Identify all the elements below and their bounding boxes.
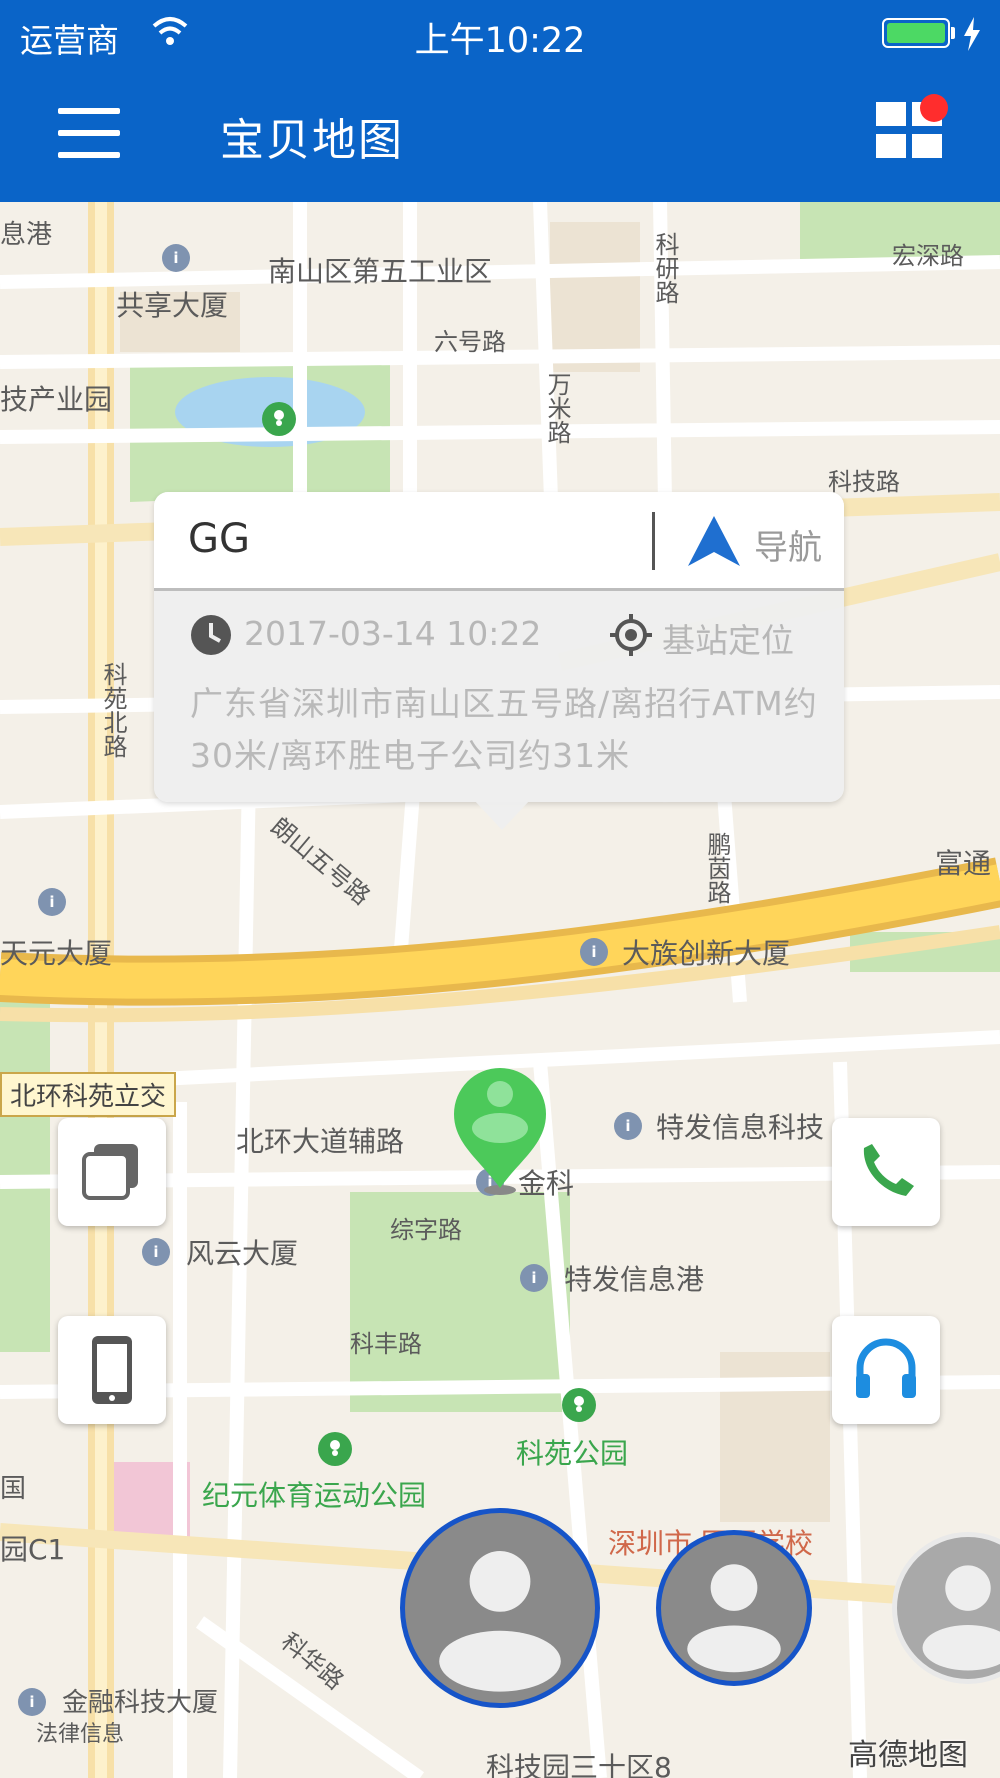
map-label: 大族创新大厦 (622, 937, 791, 970)
map-label: 科技路 (828, 468, 900, 496)
grid-icon[interactable] (876, 94, 948, 174)
map-label: 技产业园 (0, 383, 113, 416)
clock-time: 上午10:22 (414, 21, 586, 61)
poi-icon: i (18, 1688, 46, 1716)
map-label: 科丰路 (350, 1330, 422, 1358)
device-name: GG (188, 516, 250, 562)
avatar[interactable] (892, 1532, 1000, 1684)
avatar[interactable] (400, 1508, 600, 1708)
person-icon (687, 1564, 781, 1673)
device-info-popup: GG 导航 2017-03-14 10:22 基站定位 广东省深圳市南山区五号路… (154, 492, 844, 830)
locate-target-icon (610, 614, 652, 656)
avatar[interactable] (656, 1530, 812, 1686)
map-label: 息港 (0, 220, 53, 250)
status-bar: 运营商 上午10:22 (0, 0, 1000, 68)
navigate-label: 导航 (754, 528, 822, 568)
map-label: 法律信息 (36, 1722, 125, 1747)
map-label: 共享大厦 (116, 289, 229, 322)
poi-icon: i (520, 1264, 548, 1292)
map-label: 北环大道辅路 (236, 1125, 405, 1158)
map-label: 国 (0, 1474, 27, 1504)
headphones-icon (856, 1338, 916, 1398)
charging-icon (964, 17, 980, 51)
map-label: 万米路 (543, 372, 571, 444)
navigation-arrow-icon (688, 516, 740, 566)
map-label: 特发信息科技 (656, 1111, 825, 1144)
phone-icon (863, 1144, 914, 1196)
listen-button[interactable] (832, 1316, 940, 1424)
map-label: 鹏茵路 (703, 832, 731, 904)
person-icon (439, 1551, 561, 1692)
park-icon (318, 1432, 352, 1466)
location-marker-icon[interactable] (450, 1064, 550, 1196)
location-address: 广东省深圳市南山区五号路/离招行ATM约30米/离环胜电子公司约31米 (190, 684, 818, 775)
map-label: 特发信息港 (564, 1263, 705, 1296)
notification-badge (920, 94, 948, 122)
nav-bar: 宝贝地图 (0, 68, 1000, 202)
divider (652, 512, 655, 570)
popup-header: GG 导航 (154, 492, 844, 591)
navigate-button[interactable]: 导航 (674, 510, 844, 572)
page-title: 宝贝地图 (220, 115, 404, 166)
poi-icon: i (580, 938, 608, 966)
poi-icon: i (142, 1238, 170, 1266)
poi-icon: i (38, 888, 66, 916)
map-label: 金融科技大厦 (62, 1688, 219, 1718)
call-button[interactable] (832, 1118, 940, 1226)
map-label: 科技园三十区8 (486, 1751, 672, 1778)
map-label: 北环科苑立交 (0, 1072, 177, 1117)
map-label: 天元大厦 (0, 937, 113, 970)
location-time: 2017-03-14 10:22 (244, 614, 542, 653)
park-icon (562, 1388, 596, 1422)
poi-icon: i (162, 244, 190, 272)
map-label: 科研路 (651, 232, 679, 304)
map-attribution: 高德地图 (848, 1738, 968, 1773)
clock-icon (191, 615, 231, 655)
map-label: 园C1 (0, 1533, 66, 1566)
map-label: 南山区第五工业区 (268, 255, 493, 288)
hamburger-icon[interactable] (58, 108, 122, 164)
map-label: 科苑北路 (99, 662, 127, 758)
map-label: 科苑公园 (516, 1437, 629, 1470)
device-button[interactable] (58, 1316, 166, 1424)
map-label: 六号路 (434, 328, 506, 356)
map-label: 宏深路 (892, 242, 964, 270)
park-icon (262, 402, 296, 436)
map-label: 纪元体育运动公园 (202, 1479, 427, 1512)
mobile-device-icon (92, 1336, 132, 1404)
map-label: 综字路 (390, 1216, 462, 1244)
map-label: 风云大厦 (186, 1237, 299, 1270)
battery-icon (882, 18, 950, 48)
map-label: 富通 (935, 847, 992, 880)
layers-icon (82, 1144, 138, 1200)
layers-button[interactable] (58, 1118, 166, 1226)
person-icon (922, 1565, 1000, 1671)
location-type: 基站定位 (662, 621, 794, 660)
poi-icon: i (614, 1112, 642, 1140)
popup-meta: 2017-03-14 10:22 基站定位 (190, 612, 830, 662)
